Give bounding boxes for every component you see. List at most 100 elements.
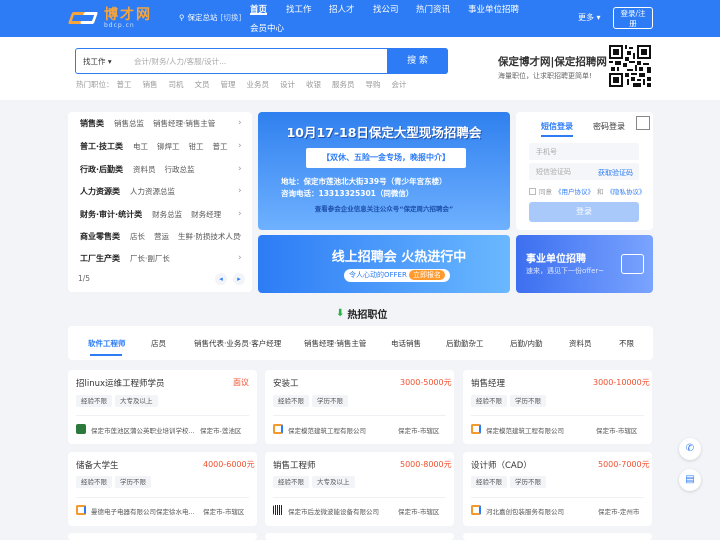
tab-back-office[interactable]: 后勤/内勤 bbox=[510, 338, 543, 349]
phone-input[interactable]: 手机号 bbox=[529, 143, 639, 160]
signup-chip[interactable]: 立即报名 bbox=[409, 270, 446, 280]
hot-keyword[interactable]: 会计 bbox=[392, 79, 407, 90]
tab-phone-sales[interactable]: 电话销售 bbox=[391, 338, 421, 349]
company-logo bbox=[76, 424, 86, 434]
company-name[interactable]: 保定市莲池区蒲公英职业培训学校... bbox=[91, 425, 195, 435]
hot-keyword[interactable]: 导购 bbox=[366, 79, 381, 90]
job-title[interactable]: 销售工程师 bbox=[273, 459, 316, 471]
hot-keyword[interactable]: 设计 bbox=[280, 79, 295, 90]
tab-sales-manager[interactable]: 销售经理·销售主管 bbox=[304, 338, 366, 349]
nav-public-jobs[interactable]: 事业单位招聘 bbox=[468, 3, 519, 33]
tab-sms-login[interactable]: 短信登录 bbox=[541, 121, 573, 137]
user-agreement-link[interactable]: 《用户协议》 bbox=[555, 186, 594, 196]
banner-title: 事业单位招聘 bbox=[526, 254, 586, 265]
qr-login-icon[interactable] bbox=[636, 116, 650, 130]
tab-password-login[interactable]: 密码登录 bbox=[593, 121, 625, 132]
hot-keyword[interactable]: 收银 bbox=[306, 79, 321, 90]
login-register-button[interactable]: 登录/注册 bbox=[613, 7, 653, 29]
hot-keyword[interactable]: 文员 bbox=[195, 79, 210, 90]
job-tag: 经验不限 bbox=[471, 395, 507, 407]
chevron-down-icon: ▾ bbox=[596, 13, 601, 22]
nav-find-company[interactable]: 找公司 bbox=[373, 3, 399, 33]
city-name: 保定总站 bbox=[187, 13, 218, 22]
job-tag: 经验不限 bbox=[471, 476, 507, 488]
category-row[interactable]: 商业零售类 店长 营运 生鲜·防损技术人员 bbox=[80, 229, 249, 243]
company-name[interactable]: 保定模范建筑工程有限公司 bbox=[486, 425, 564, 435]
agree-checkbox[interactable] bbox=[529, 187, 536, 195]
company-name[interactable]: 曼德电子电器有限公司保定徐水电... bbox=[91, 506, 195, 516]
hot-keywords-label: 热门职位： bbox=[76, 80, 114, 89]
job-tag: 学历不限 bbox=[510, 476, 546, 488]
category-row[interactable]: 行政·后勤类 资料员 行政总监 bbox=[80, 162, 204, 176]
login-submit-button[interactable]: 登录 bbox=[529, 202, 639, 222]
hot-keyword[interactable]: 司机 bbox=[169, 79, 184, 90]
prev-page-icon[interactable]: ◂ bbox=[215, 273, 227, 285]
chevron-right-icon: › bbox=[238, 141, 242, 151]
category-pager: 1/5 bbox=[78, 274, 91, 283]
job-title[interactable]: 储备大学生 bbox=[76, 459, 119, 471]
search-input[interactable]: 会计/财务/人力/客服/设计... bbox=[134, 56, 226, 67]
nav-home[interactable]: 首页 bbox=[250, 3, 268, 15]
category-row[interactable]: 人力资源类 人力资源总监 bbox=[80, 184, 184, 198]
logo-mark-icon bbox=[67, 8, 102, 28]
brand-subtitle: 海量职位，让求职招聘更简单! bbox=[498, 72, 592, 80]
category-row[interactable]: 普工·技工类 电工 铆焊工 钳工 普工 bbox=[80, 139, 237, 153]
job-location: 保定市-市辖区 bbox=[203, 508, 245, 516]
tab-logistics-worker[interactable]: 后勤勤杂工 bbox=[446, 338, 484, 349]
banner-footer: 查看参会企业信息关注公众号“保定周六招聘会” bbox=[314, 205, 454, 213]
company-logo bbox=[471, 424, 481, 434]
job-tag: 经验不限 bbox=[76, 395, 112, 407]
location-pin-icon: ⚲ bbox=[179, 13, 185, 22]
tab-unlimited[interactable]: 不限 bbox=[619, 338, 634, 349]
job-tag: 学历不限 bbox=[312, 395, 348, 407]
company-name[interactable]: 河北嘉创包装服务有限公司 bbox=[486, 506, 564, 516]
company-logo bbox=[273, 505, 283, 515]
company-name[interactable]: 保定市后龙微波能设备有限公司 bbox=[288, 506, 379, 516]
nav-find-talent[interactable]: 招人才 bbox=[329, 3, 355, 33]
job-title[interactable]: 安装工 bbox=[273, 377, 299, 389]
tab-software-engineer[interactable]: 软件工程师 bbox=[88, 338, 126, 349]
job-card[interactable] bbox=[68, 533, 257, 540]
job-tag: 大专及以上 bbox=[312, 476, 355, 488]
category-row[interactable]: 工厂生产类 厂长·副厂长 bbox=[80, 251, 179, 265]
job-title[interactable]: 设计师（CAD） bbox=[471, 459, 532, 471]
company-logo bbox=[76, 505, 86, 515]
logo-text: 博才网 bbox=[104, 6, 152, 23]
site-logo[interactable]: 博才网 bdcp.cn bbox=[67, 6, 168, 30]
hot-keyword[interactable]: 业务员 bbox=[247, 79, 270, 90]
search-button[interactable]: 搜 索 bbox=[387, 48, 448, 74]
tab-store-clerk[interactable]: 店员 bbox=[151, 338, 166, 349]
next-page-icon[interactable]: ▸ bbox=[233, 273, 245, 285]
get-code-button[interactable]: 获取验证码 bbox=[598, 168, 633, 178]
qr-code-icon bbox=[609, 45, 651, 87]
category-row[interactable]: 财务·审计·统计类 财务总监 财务经理 bbox=[80, 207, 230, 221]
city-switch-link[interactable]: [切换] bbox=[221, 12, 242, 23]
banner-title: 线上招聘会 火热进行中 bbox=[331, 250, 467, 265]
city-selector[interactable]: ⚲ 保定总站 [切换] bbox=[179, 12, 241, 23]
hot-keyword[interactable]: 普工 bbox=[117, 79, 132, 90]
job-card[interactable] bbox=[463, 533, 652, 540]
search-type-select[interactable]: 找工作 ▾ bbox=[83, 56, 112, 67]
privacy-link[interactable]: 《隐私协议》 bbox=[607, 186, 646, 196]
brand-title: 保定博才网|保定招聘网 bbox=[498, 56, 607, 68]
hot-keyword[interactable]: 销售 bbox=[143, 79, 158, 90]
banner-title: 10月17-18日保定大型现场招聘会 bbox=[286, 125, 482, 140]
chat-icon[interactable]: ▤ bbox=[679, 469, 701, 491]
agreement-row: 同意 《用户协议》 和 《隐私协议》 bbox=[529, 186, 646, 196]
job-title[interactable]: 招linux运维工程师学员 bbox=[76, 377, 165, 389]
phone-icon[interactable]: ✆ bbox=[679, 438, 701, 460]
fire-icon: ⬇ bbox=[336, 308, 345, 319]
nav-find-job[interactable]: 找工作 bbox=[286, 3, 312, 33]
banner-subtitle: 速来，遇见下一份offer~ bbox=[526, 267, 605, 275]
category-row[interactable]: 销售类 销售总监 销售经理·销售主管 bbox=[80, 116, 224, 130]
hot-keyword[interactable]: 服务员 bbox=[332, 79, 355, 90]
job-title[interactable]: 销售经理 bbox=[471, 377, 505, 389]
hot-keyword[interactable]: 管理 bbox=[221, 79, 236, 90]
offer-tag[interactable]: 令人心动的OFFER 立即报名 bbox=[344, 269, 450, 282]
company-name[interactable]: 保定模范建筑工程有限公司 bbox=[288, 425, 366, 435]
tab-sales-rep[interactable]: 销售代表·业务员·客户经理 bbox=[194, 338, 281, 349]
tab-document-clerk[interactable]: 资料员 bbox=[569, 338, 592, 349]
more-menu[interactable]: 更多 ▾ bbox=[578, 12, 601, 23]
nav-news[interactable]: 热门资讯 bbox=[416, 3, 450, 33]
job-card[interactable] bbox=[265, 533, 454, 540]
